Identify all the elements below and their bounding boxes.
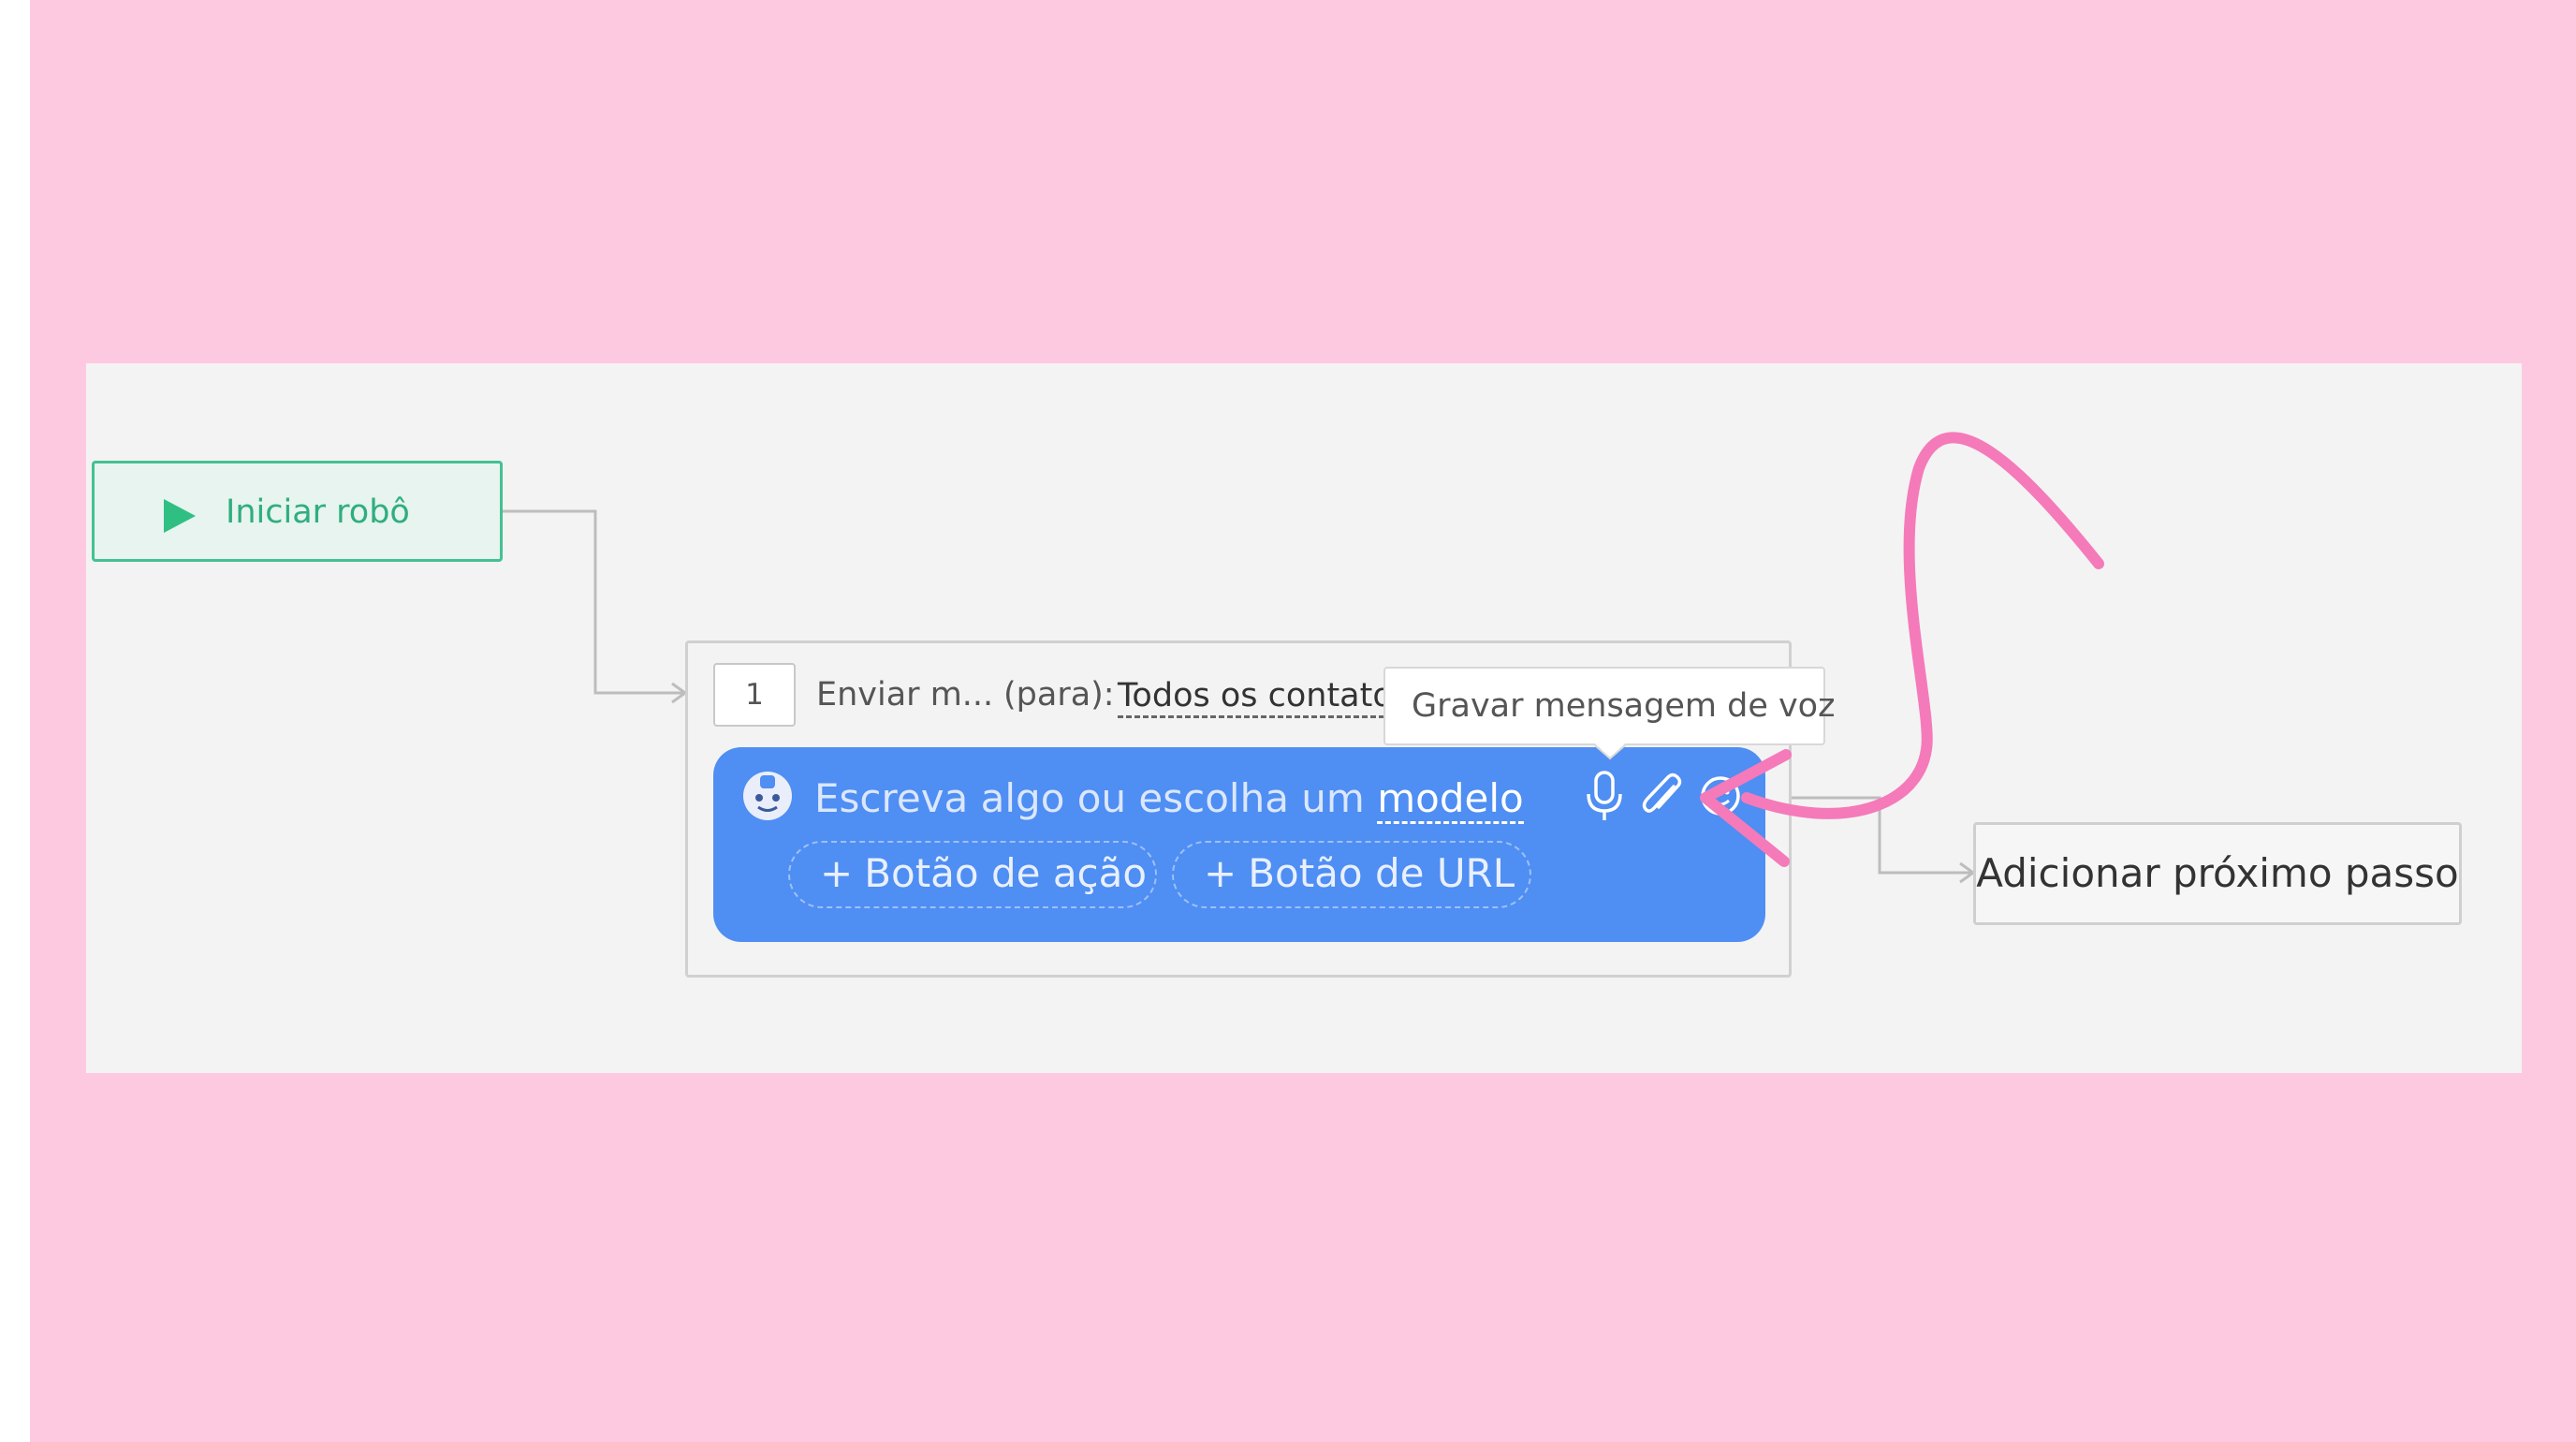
message-placeholder: Escreva algo ou escolha um (814, 775, 1365, 821)
step-number: 1 (713, 663, 796, 727)
action-button-label: Botão de ação (864, 850, 1148, 896)
template-link[interactable]: modelo (1377, 775, 1524, 824)
start-robot-node[interactable]: Iniciar robô (92, 461, 503, 562)
message-input[interactable]: Escreva algo ou escolha um modelo (814, 775, 1524, 824)
add-action-button[interactable]: + Botão de ação (788, 841, 1157, 908)
add-url-button[interactable]: + Botão de URL (1172, 841, 1531, 908)
bot-avatar-icon (743, 772, 792, 820)
microphone-icon[interactable] (1584, 770, 1625, 822)
step-to-label: (para): (1003, 676, 1115, 714)
recipients-dropdown[interactable]: Todos os contatos (1118, 676, 1410, 718)
plus-icon: + (1204, 850, 1237, 896)
paperclip-icon[interactable] (1640, 770, 1685, 822)
plus-icon: + (820, 850, 854, 896)
start-node-label: Iniciar robô (226, 493, 410, 531)
play-icon (164, 499, 196, 533)
voice-message-tooltip: Gravar mensagem de voz (1383, 667, 1835, 745)
url-button-label: Botão de URL (1248, 850, 1515, 896)
step-action-label[interactable]: Enviar m... (816, 676, 993, 714)
emoji-icon[interactable] (1698, 773, 1743, 818)
add-next-step-button[interactable]: Adicionar próximo passo (1973, 822, 2462, 925)
